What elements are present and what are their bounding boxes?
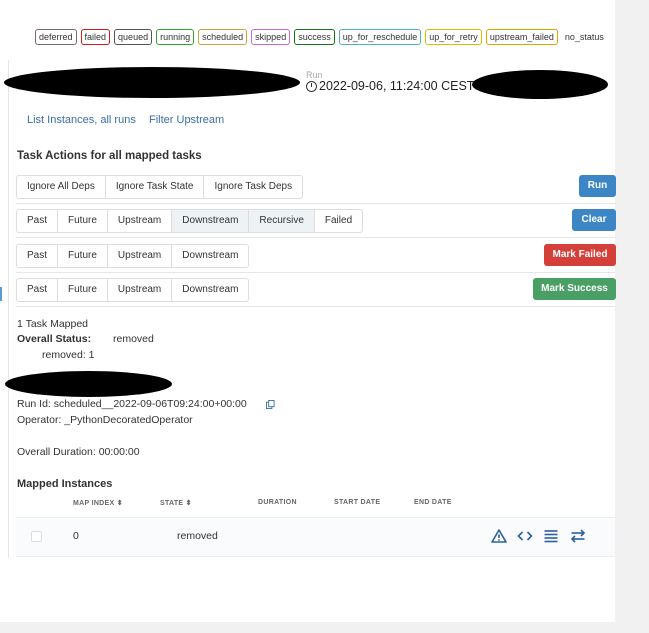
run-ignore-task-deps-option[interactable]: Ignore Task Deps bbox=[204, 176, 302, 198]
mark-success-future-option[interactable]: Future bbox=[58, 279, 108, 301]
mark-failed-future-option[interactable]: Future bbox=[58, 245, 108, 267]
log-icon[interactable] bbox=[543, 528, 559, 544]
run-date: 2022-09-06, 11:24:00 CEST bbox=[306, 79, 474, 93]
divider bbox=[16, 306, 615, 307]
legend-queued: queued bbox=[114, 29, 153, 45]
tasks-mapped-count: 1 Task Mapped bbox=[17, 318, 89, 330]
clear-past-option[interactable]: Past bbox=[17, 210, 59, 232]
column-start-date: START DATE bbox=[334, 499, 381, 506]
mark-failed-options-group: Past Future Upstream Downstream bbox=[16, 244, 250, 268]
mark-failed-upstream-option[interactable]: Upstream bbox=[108, 245, 173, 267]
clear-failed-option[interactable]: Failed bbox=[315, 210, 362, 232]
overall-status-value: removed bbox=[113, 333, 154, 345]
redacted-task-name bbox=[5, 371, 172, 397]
divider bbox=[16, 237, 615, 238]
clear-downstream-option[interactable]: Downstream bbox=[172, 210, 250, 232]
mapped-instances-title: Mapped Instances bbox=[17, 478, 113, 490]
overall-status-label: Overall Status: bbox=[17, 333, 92, 345]
mark-success-upstream-option[interactable]: Upstream bbox=[108, 279, 173, 301]
state-cell: removed bbox=[177, 530, 218, 542]
copy-icon[interactable] bbox=[266, 400, 275, 409]
nav-indicator bbox=[0, 287, 2, 301]
overall-duration: Overall Duration: 00:00:00 bbox=[17, 446, 140, 458]
redacted-dag-id bbox=[4, 67, 300, 98]
dependencies-icon[interactable] bbox=[570, 528, 586, 544]
page-gutter-right bbox=[615, 0, 649, 633]
row-checkbox[interactable] bbox=[31, 531, 42, 542]
run-button[interactable]: Run bbox=[579, 175, 616, 197]
map-index-cell: 0 bbox=[73, 530, 79, 542]
mark-failed-past-option[interactable]: Past bbox=[17, 245, 59, 267]
run-date-text: 2022-09-06, 11:24:00 CEST bbox=[319, 79, 475, 93]
state-legend: deferred failed queued running scheduled skip… bbox=[35, 29, 607, 45]
mark-success-button[interactable]: Mark Success bbox=[533, 278, 616, 300]
legend-success: success bbox=[294, 29, 335, 45]
page-gutter-bottom bbox=[0, 622, 649, 633]
legend-up-for-retry: up_for_retry bbox=[425, 29, 482, 45]
mark-success-options-group: Past Future Upstream Downstream bbox=[16, 278, 250, 302]
legend-skipped: skipped bbox=[251, 29, 291, 45]
legend-running: running bbox=[156, 29, 195, 45]
legend-up-for-reschedule: up_for_reschedule bbox=[338, 29, 422, 45]
legend-failed: failed bbox=[80, 29, 111, 45]
mark-success-downstream-option[interactable]: Downstream bbox=[172, 279, 248, 301]
column-end-date: END DATE bbox=[414, 499, 452, 506]
mark-failed-downstream-option[interactable]: Downstream bbox=[172, 245, 248, 267]
legend-upstream-failed: upstream_failed bbox=[485, 29, 558, 45]
column-state[interactable]: STATE ⬍ bbox=[160, 499, 192, 507]
task-actions-title: Task Actions for all mapped tasks bbox=[17, 150, 202, 162]
filter-upstream-link[interactable]: Filter Upstream bbox=[149, 114, 224, 126]
clear-options-group: Past Future Upstream Downstream Recursive Fai… bbox=[16, 209, 364, 233]
run-options-group: Ignore All Deps Ignore Task State Ignore T… bbox=[16, 175, 304, 199]
clear-recursive-option[interactable]: Recursive bbox=[249, 210, 315, 232]
legend-no-status: no_status bbox=[561, 30, 607, 44]
run-ignore-task-state-option[interactable]: Ignore Task State bbox=[106, 176, 205, 198]
mark-success-past-option[interactable]: Past bbox=[17, 279, 59, 301]
divider bbox=[16, 272, 615, 273]
run-ignore-all-deps-option[interactable]: Ignore All Deps bbox=[17, 176, 106, 198]
divider bbox=[16, 203, 615, 204]
warning-icon[interactable] bbox=[491, 528, 507, 544]
legend-deferred: deferred bbox=[35, 29, 77, 45]
panel-border bbox=[8, 60, 9, 558]
redacted-task-id bbox=[472, 70, 608, 99]
code-icon[interactable] bbox=[517, 528, 533, 544]
clear-future-option[interactable]: Future bbox=[58, 210, 108, 232]
run-id: Run Id: scheduled__2022-09-06T09:24:00+0… bbox=[17, 398, 247, 410]
column-map-index[interactable]: MAP INDEX ⬍ bbox=[73, 499, 123, 507]
removed-count: removed: 1 bbox=[42, 349, 95, 361]
clock-icon bbox=[306, 80, 317, 92]
mark-failed-button[interactable]: Mark Failed bbox=[544, 244, 616, 266]
clear-upstream-option[interactable]: Upstream bbox=[108, 210, 173, 232]
clear-button[interactable]: Clear bbox=[572, 209, 616, 231]
operator: Operator: _PythonDecoratedOperator bbox=[17, 414, 193, 426]
list-instances-link[interactable]: List Instances, all runs bbox=[27, 114, 136, 126]
column-duration: DURATION bbox=[258, 499, 297, 506]
legend-scheduled: scheduled bbox=[198, 29, 248, 45]
